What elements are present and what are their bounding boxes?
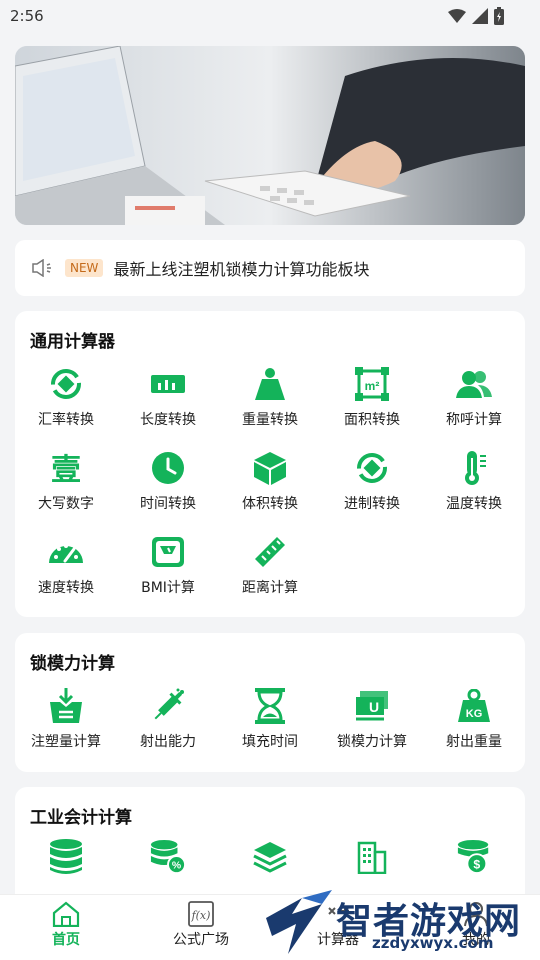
tool-fill-time[interactable]: 填充时间 [219, 688, 321, 751]
status-time: 2:56 [10, 7, 44, 25]
home-icon [52, 901, 80, 927]
database-icon [50, 839, 82, 874]
status-bar: 2:56 [0, 0, 540, 32]
scale-icon [152, 537, 184, 567]
svg-text:KG: KG [466, 708, 483, 720]
tool-clamp-force[interactable]: U 锁模力计算 [321, 688, 423, 751]
svg-text:m²: m² [365, 379, 380, 393]
svg-text:f(x): f(x) [191, 909, 211, 922]
syringe-icon [154, 688, 184, 720]
base-convert-icon [357, 453, 387, 483]
nav-mine[interactable]: 我的 [426, 901, 526, 949]
tool-distance[interactable]: 距离计算 [219, 534, 321, 597]
tool-injection-capacity[interactable]: 射出能力 [117, 688, 219, 751]
tool-weight[interactable]: 重量转换 [219, 366, 321, 429]
svg-text:$: $ [473, 857, 480, 871]
announcement-text: 最新上线注塑机锁模力计算功能板块 [113, 260, 370, 279]
banner-image[interactable] [15, 46, 525, 225]
injection-volume-icon [50, 688, 82, 723]
section-title: 锁模力计算 [30, 654, 115, 674]
dollar-coins-icon: $ [457, 839, 489, 875]
exchange-icon [51, 369, 81, 399]
announcement-bar[interactable]: NEW 最新上线注塑机锁模力计算功能板块 [15, 240, 525, 296]
speedometer-icon [49, 544, 83, 563]
status-icons [448, 7, 504, 25]
tool-industrial-2[interactable]: % [117, 839, 219, 875]
tool-volume[interactable]: 体积转换 [219, 450, 321, 513]
battery-icon [494, 7, 504, 25]
tool-industrial-5[interactable]: $ [423, 839, 525, 875]
nav-home[interactable]: 首页 [16, 901, 116, 949]
wifi-icon [448, 9, 466, 23]
banner-illustration [15, 46, 525, 225]
percent-coins-icon: % [150, 839, 186, 875]
cube-icon [254, 452, 286, 485]
nav-calculator[interactable]: 计算器 [288, 901, 388, 949]
section-title: 工业会计计算 [30, 808, 132, 828]
tool-area[interactable]: m² 面积转换 [321, 366, 423, 429]
thermometer-icon [465, 451, 486, 485]
nav-formula-square[interactable]: f(x) 公式广场 [151, 901, 251, 949]
area-icon: m² [355, 367, 389, 401]
clamp-force-icon: U [356, 691, 388, 721]
kg-weight-icon: KG [458, 689, 490, 722]
svg-text:U: U [369, 699, 379, 715]
tool-kinship[interactable]: 称呼计算 [423, 366, 525, 429]
tool-industrial-4[interactable] [321, 839, 423, 875]
tool-exchange-rate[interactable]: 汇率转换 [15, 366, 117, 429]
user-icon [464, 902, 488, 927]
capital-number-icon: 壹 [51, 453, 81, 485]
section-title: 通用计算器 [30, 332, 115, 352]
tool-capital-number[interactable]: 壹 大写数字 [15, 450, 117, 513]
formula-icon: f(x) [188, 901, 214, 927]
ruler-icon [151, 375, 185, 393]
tool-industrial-3[interactable] [219, 839, 321, 875]
tool-bmi[interactable]: BMI计算 [117, 534, 219, 597]
tool-length[interactable]: 长度转换 [117, 366, 219, 429]
building-icon [357, 841, 387, 874]
bottom-navigation: 首页 f(x) 公式广场 计算器 我的 [0, 894, 540, 960]
tool-speed[interactable]: 速度转换 [15, 534, 117, 597]
clamp-force-card: 锁模力计算 注塑量计算 射出能力 填充时间 U 锁模力计算 KG 射出重量 [15, 633, 525, 772]
layers-icon [253, 842, 287, 873]
svg-text:壹: 壹 [51, 453, 81, 485]
signal-icon [472, 8, 488, 24]
tool-injection-volume[interactable]: 注塑量计算 [15, 688, 117, 751]
svg-text:%: % [172, 860, 181, 871]
new-badge: NEW [65, 259, 104, 277]
weight-icon [255, 368, 285, 400]
speaker-icon [32, 259, 51, 277]
distance-ruler-icon [255, 537, 285, 567]
tool-base-convert[interactable]: 进制转换 [321, 450, 423, 513]
general-calculator-card: 通用计算器 汇率转换 长度转换 重量转换 m² 面积转换 称呼计算 壹 大写数字… [15, 311, 525, 617]
tool-time[interactable]: 时间转换 [117, 450, 219, 513]
clock-icon [152, 452, 184, 484]
people-icon [456, 371, 492, 398]
tool-shot-weight[interactable]: KG 射出重量 [423, 688, 525, 751]
tool-temperature[interactable]: 温度转换 [423, 450, 525, 513]
hourglass-icon [255, 688, 285, 724]
tool-industrial-1[interactable] [15, 839, 117, 875]
calculator-icon [328, 907, 349, 915]
